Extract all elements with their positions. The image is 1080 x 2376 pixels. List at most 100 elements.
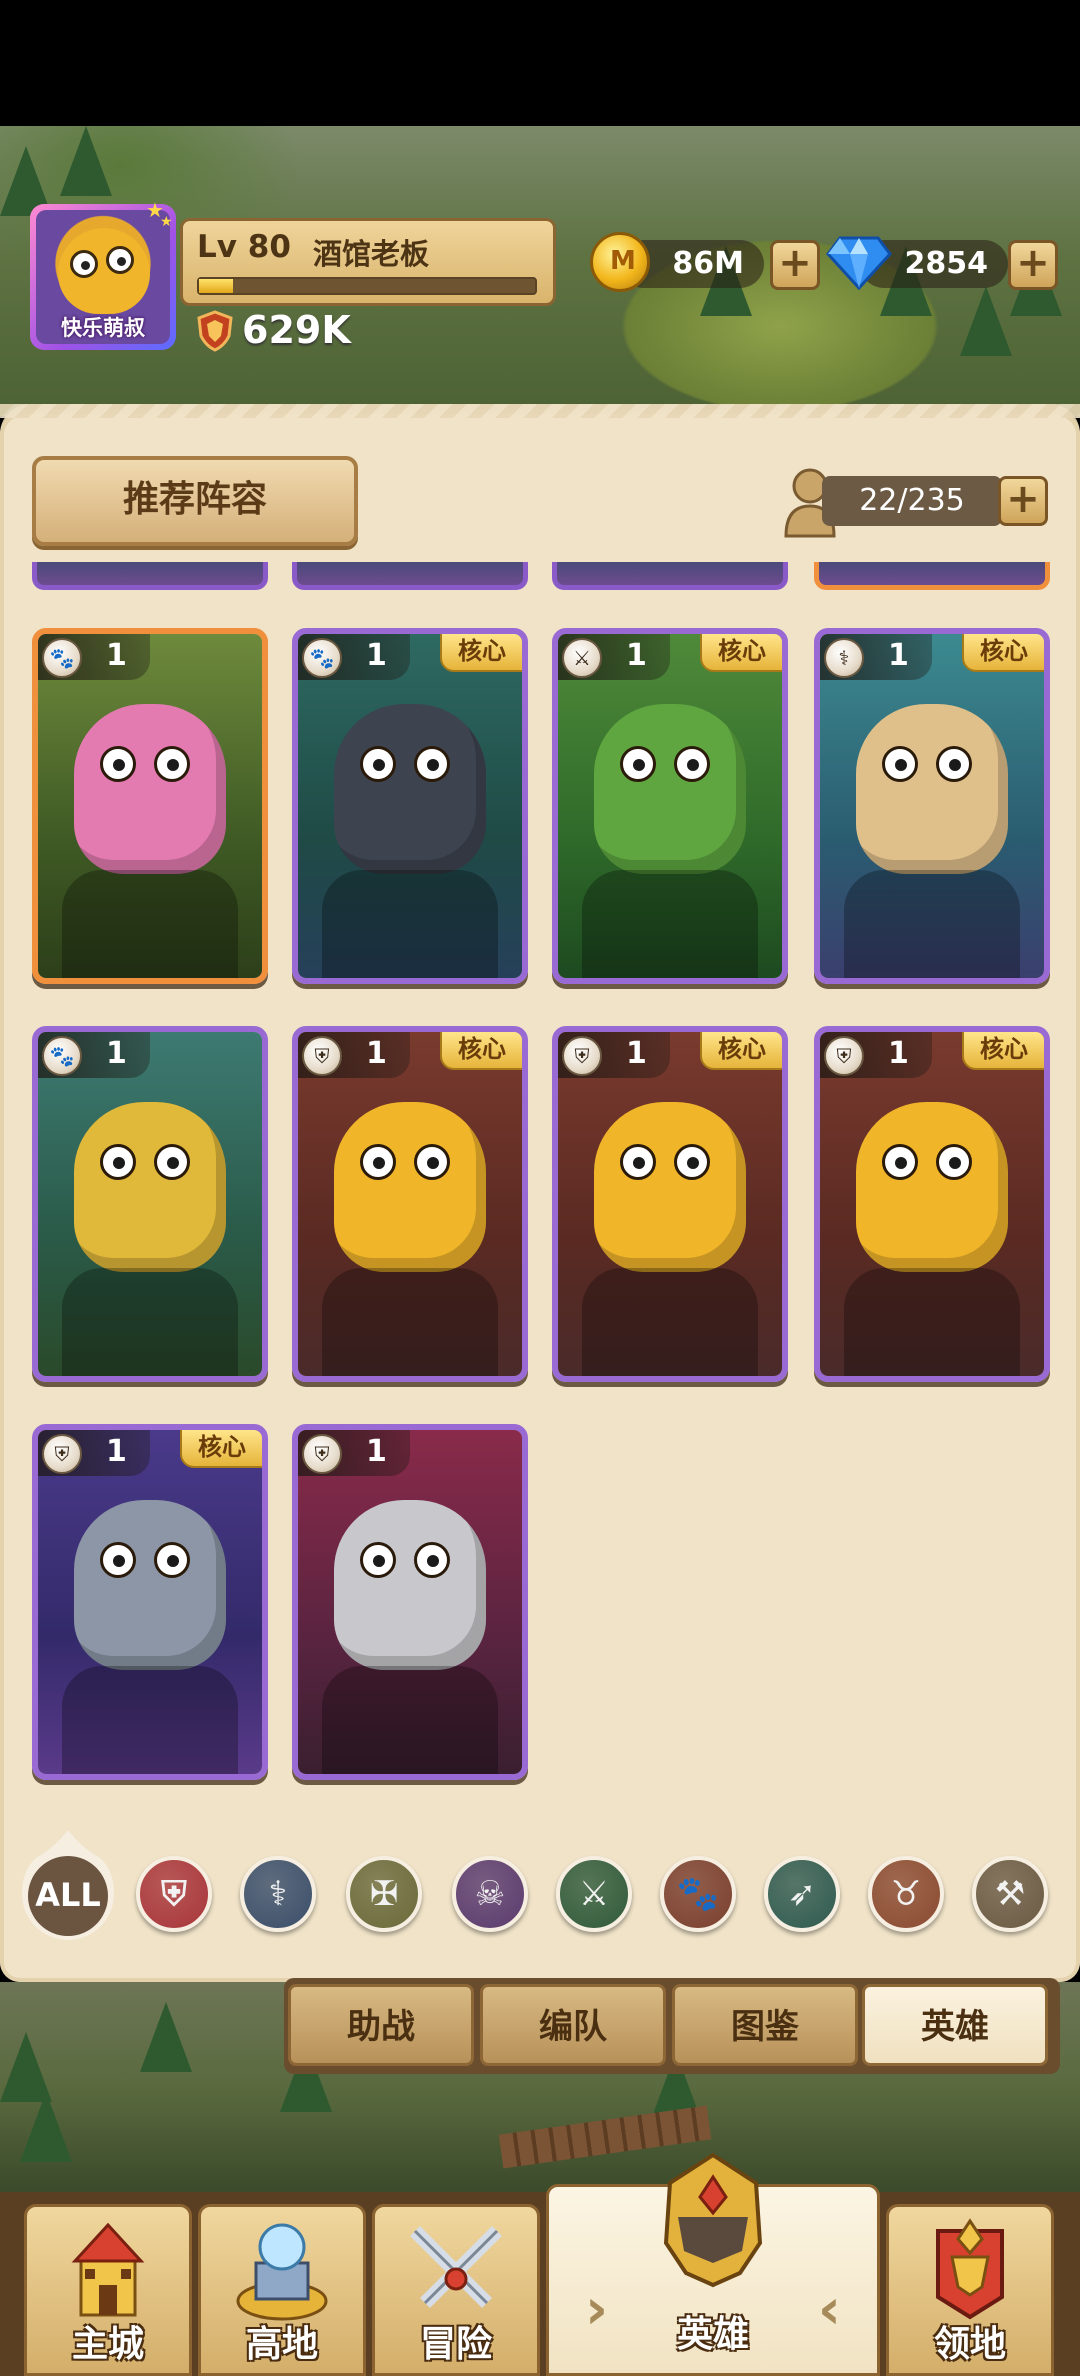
core-tag: 核心 <box>962 1032 1044 1070</box>
hero-capacity: 22/235 <box>822 476 1002 526</box>
filter-paw-button[interactable]: 🐾 <box>660 1856 736 1932</box>
shield-icon: ⛨ <box>302 1036 342 1076</box>
hero-level: 1 <box>888 638 909 673</box>
hero-figure <box>334 1102 486 1272</box>
recommended-lineup-button[interactable]: 推荐阵容 <box>32 456 358 546</box>
filter-hammer-button[interactable]: ⚒ <box>972 1856 1048 1932</box>
power-value: 629K <box>242 308 351 352</box>
nav-main-city[interactable]: 主城 <box>24 2204 192 2376</box>
filter-bow-button[interactable]: ➶ <box>764 1856 840 1932</box>
add-gold-button[interactable]: + <box>770 240 820 290</box>
hero-eye <box>936 1144 972 1180</box>
hero-body <box>62 1666 238 1774</box>
filter-shield-button[interactable]: ⛨ <box>136 1856 212 1932</box>
nav-label: 主城 <box>71 2324 144 2365</box>
core-tag: 核心 <box>700 634 782 672</box>
horned-helmet-icon: ♉ <box>890 1874 922 1914</box>
filter-holy-button[interactable]: ✠ <box>346 1856 422 1932</box>
filter-horn-button[interactable]: ♉ <box>868 1856 944 1932</box>
hero-card-partial[interactable] <box>292 562 528 590</box>
bow-icon: ➶ <box>787 1874 817 1914</box>
tab-heroes[interactable]: 英雄 <box>862 1984 1048 2066</box>
hero-blonde-elf-card[interactable]: ⚕ 1 核心 <box>814 628 1050 984</box>
tab-formation[interactable]: 编队 <box>480 1984 666 2066</box>
hero-level-badge: ⚕ 1 <box>820 634 932 680</box>
hero-body <box>322 1666 498 1774</box>
hero-card-partial[interactable] <box>32 562 268 590</box>
hero-level-badge: ⛨ 1 <box>558 1032 670 1078</box>
paw-icon: 🐾 <box>42 1036 82 1076</box>
hero-eye <box>360 746 396 782</box>
staff-icon: ⚕ <box>268 1874 288 1914</box>
hero-eye <box>154 1542 190 1578</box>
hero-level-badge: ⛨ 1 <box>298 1032 410 1078</box>
hero-old-warrior-card[interactable]: ⛨ 1 <box>292 1424 528 1780</box>
hero-figure <box>334 1500 486 1670</box>
hero-eye <box>882 746 918 782</box>
filter-all-label: ALL <box>35 1876 101 1914</box>
staff-icon: ⚕ <box>824 638 864 678</box>
hero-eye <box>100 746 136 782</box>
paw-icon: 🐾 <box>676 1874 720 1914</box>
hero-level-badge: ⚔ 1 <box>558 634 670 680</box>
tab-support[interactable]: 助战 <box>288 1984 474 2066</box>
hero-card-partial[interactable] <box>552 562 788 590</box>
xp-bar-fill <box>199 279 233 293</box>
skull-icon: ☠ <box>474 1874 506 1914</box>
hero-figure <box>594 1102 746 1272</box>
hero-death-knight-card[interactable]: ⛨ 1 核心 <box>32 1424 268 1780</box>
hero-shaman-card[interactable]: 🐾 1 <box>32 1026 268 1382</box>
hero-level-badge: ⛨ 1 <box>298 1430 410 1476</box>
crossed-swords-icon: ⚔ <box>578 1874 610 1914</box>
hero-level: 1 <box>106 1036 127 1071</box>
hero-eye <box>620 1144 656 1180</box>
hero-elf-druid-card[interactable]: 🐾 1 <box>32 628 268 984</box>
tab-codex[interactable]: 图鉴 <box>672 1984 858 2066</box>
filter-all-button[interactable]: ALL <box>18 1826 118 1942</box>
hero-goblin-archer-card[interactable]: ⚔ 1 核心 <box>552 628 788 984</box>
add-gems-button[interactable]: + <box>1008 240 1058 290</box>
hero-body <box>582 870 758 978</box>
hero-body <box>62 1268 238 1376</box>
hero-yellow-blob-2-card[interactable]: ⛨ 1 核心 <box>552 1026 788 1382</box>
core-tag: 核心 <box>440 634 522 672</box>
hero-body <box>322 870 498 978</box>
shield-icon: ⛨ <box>562 1036 602 1076</box>
hero-level: 1 <box>106 1434 127 1469</box>
hero-yellow-blob-1-card[interactable]: ⛨ 1 核心 <box>292 1026 528 1382</box>
hero-card-partial[interactable] <box>814 562 1050 590</box>
crystal-altar-icon <box>236 2223 328 2321</box>
hero-eye <box>882 1144 918 1180</box>
hero-eye <box>620 746 656 782</box>
status-bar <box>0 0 1080 126</box>
hero-eye <box>936 746 972 782</box>
nav-territory[interactable]: 领地 <box>886 2204 1054 2376</box>
filter-swords-button[interactable]: ⚔ <box>556 1856 632 1932</box>
hero-yellow-blob-3-card[interactable]: ⛨ 1 核心 <box>814 1026 1050 1382</box>
hero-level-badge: ⛨ 1 <box>820 1032 932 1078</box>
hero-figure <box>856 704 1008 874</box>
nav-adventure[interactable]: 冒险 <box>372 2204 540 2376</box>
hero-dark-dragon-card[interactable]: 🐾 1 核心 <box>292 628 528 984</box>
hero-eye <box>154 746 190 782</box>
helmet-icon <box>663 2152 763 2288</box>
hero-level-badge: ⛨ 1 <box>38 1430 150 1476</box>
gem-value: 2854 <box>904 246 989 281</box>
hero-body <box>844 1268 1020 1376</box>
nav-heroes[interactable]: › ‹ 英雄 <box>546 2152 880 2376</box>
hero-figure <box>74 704 226 874</box>
nav-label: 冒险 <box>419 2324 492 2365</box>
avatar-name: 快乐萌叔 <box>61 316 145 340</box>
power-shield-icon <box>197 310 233 352</box>
core-tag: 核心 <box>440 1032 522 1070</box>
expand-capacity-button[interactable]: + <box>998 476 1048 526</box>
player-avatar[interactable]: 快乐萌叔 <box>30 204 176 350</box>
filter-skull-button[interactable]: ☠ <box>452 1856 528 1932</box>
hero-eye <box>360 1542 396 1578</box>
filter-staff-button[interactable]: ⚕ <box>240 1856 316 1932</box>
player-level: Lv 80 <box>197 229 291 265</box>
hero-level: 1 <box>366 638 387 673</box>
nav-highland[interactable]: 高地 <box>198 2204 366 2376</box>
nav-label: 领地 <box>933 2324 1006 2365</box>
core-tag: 核心 <box>700 1032 782 1070</box>
